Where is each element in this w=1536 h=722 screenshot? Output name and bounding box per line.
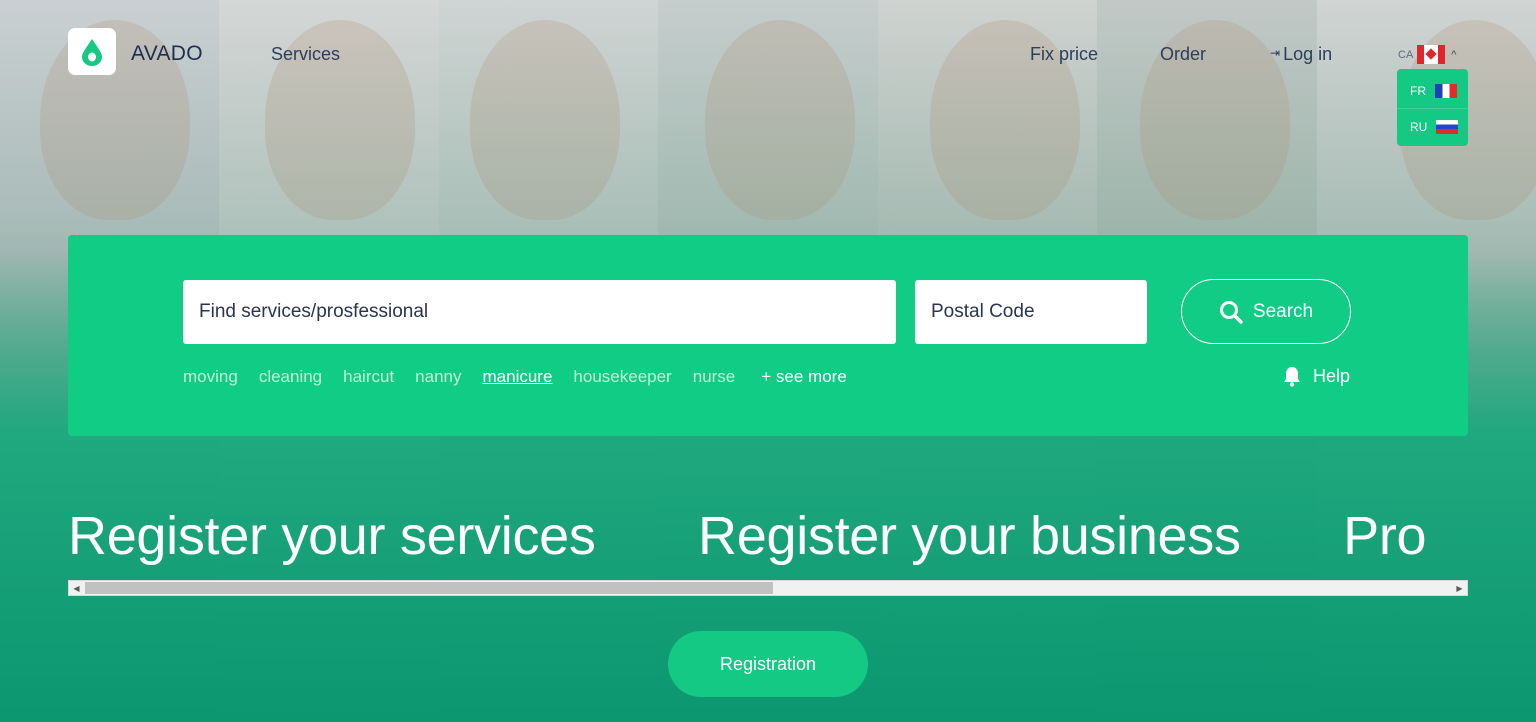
language-current-code: CA bbox=[1398, 48, 1414, 61]
carousel-scrollbar[interactable]: ◀ ▶ bbox=[68, 580, 1468, 596]
nav-login[interactable]: ⇥ Log in bbox=[1270, 44, 1332, 65]
carousel-slide[interactable]: Register your services bbox=[68, 505, 596, 567]
search-panel: Search moving cleaning haircut nanny man… bbox=[68, 235, 1468, 436]
see-more-link[interactable]: + see more bbox=[761, 367, 847, 387]
popular-tags: moving cleaning haircut nanny manicure h… bbox=[183, 367, 847, 387]
help-link[interactable]: Help bbox=[1283, 366, 1350, 387]
registration-button[interactable]: Registration bbox=[668, 631, 868, 697]
scroll-left-icon[interactable]: ◀ bbox=[69, 581, 84, 595]
logo[interactable] bbox=[68, 28, 116, 75]
language-option-code: RU bbox=[1410, 120, 1428, 134]
site-header: AVADO Services Fix price Order ⇥ Log in C… bbox=[0, 0, 1536, 146]
language-option-code: FR bbox=[1410, 83, 1426, 98]
tag-cleaning[interactable]: cleaning bbox=[259, 367, 322, 387]
language-dropdown: FR RU bbox=[1397, 69, 1468, 146]
carousel-slide[interactable]: Register your business bbox=[698, 505, 1241, 567]
postal-code-input[interactable] bbox=[915, 280, 1147, 344]
chevron-up-icon: ^ bbox=[1451, 48, 1457, 61]
bell-icon bbox=[1284, 367, 1300, 387]
search-button-label: Search bbox=[1252, 300, 1314, 322]
avocado-logo-icon bbox=[82, 38, 102, 66]
nav-services[interactable]: Services bbox=[271, 44, 340, 65]
tag-housekeeper[interactable]: housekeeper bbox=[573, 367, 671, 387]
scroll-right-icon[interactable]: ▶ bbox=[1452, 581, 1467, 595]
tag-manicure[interactable]: manicure bbox=[483, 367, 553, 387]
tag-nurse[interactable]: nurse bbox=[693, 367, 736, 387]
nav-order[interactable]: Order bbox=[1160, 44, 1206, 65]
login-label: Log in bbox=[1283, 44, 1333, 64]
language-option-ru[interactable]: RU bbox=[1397, 109, 1468, 145]
language-option-fr[interactable]: FR bbox=[1397, 73, 1468, 109]
language-selector[interactable]: CA ^ bbox=[1398, 45, 1456, 64]
scrollbar-thumb[interactable] bbox=[85, 582, 773, 594]
service-search-input[interactable] bbox=[183, 280, 896, 344]
canada-flag-icon bbox=[1417, 45, 1446, 64]
tag-nanny[interactable]: nanny bbox=[415, 367, 461, 387]
france-flag-icon bbox=[1435, 83, 1457, 98]
carousel-slide[interactable]: Pro bbox=[1343, 505, 1426, 567]
tag-moving[interactable]: moving bbox=[183, 367, 238, 387]
russia-flag-icon bbox=[1436, 120, 1459, 134]
promo-carousel: Register your services Register your bus… bbox=[68, 505, 1468, 580]
brand-name[interactable]: AVADO bbox=[131, 42, 203, 66]
search-button[interactable]: Search bbox=[1181, 279, 1351, 344]
tag-haircut[interactable]: haircut bbox=[343, 367, 394, 387]
login-icon: ⇥ bbox=[1270, 46, 1281, 60]
help-label: Help bbox=[1313, 366, 1351, 386]
search-icon bbox=[1219, 300, 1243, 324]
nav-fix-price[interactable]: Fix price bbox=[1030, 44, 1098, 65]
